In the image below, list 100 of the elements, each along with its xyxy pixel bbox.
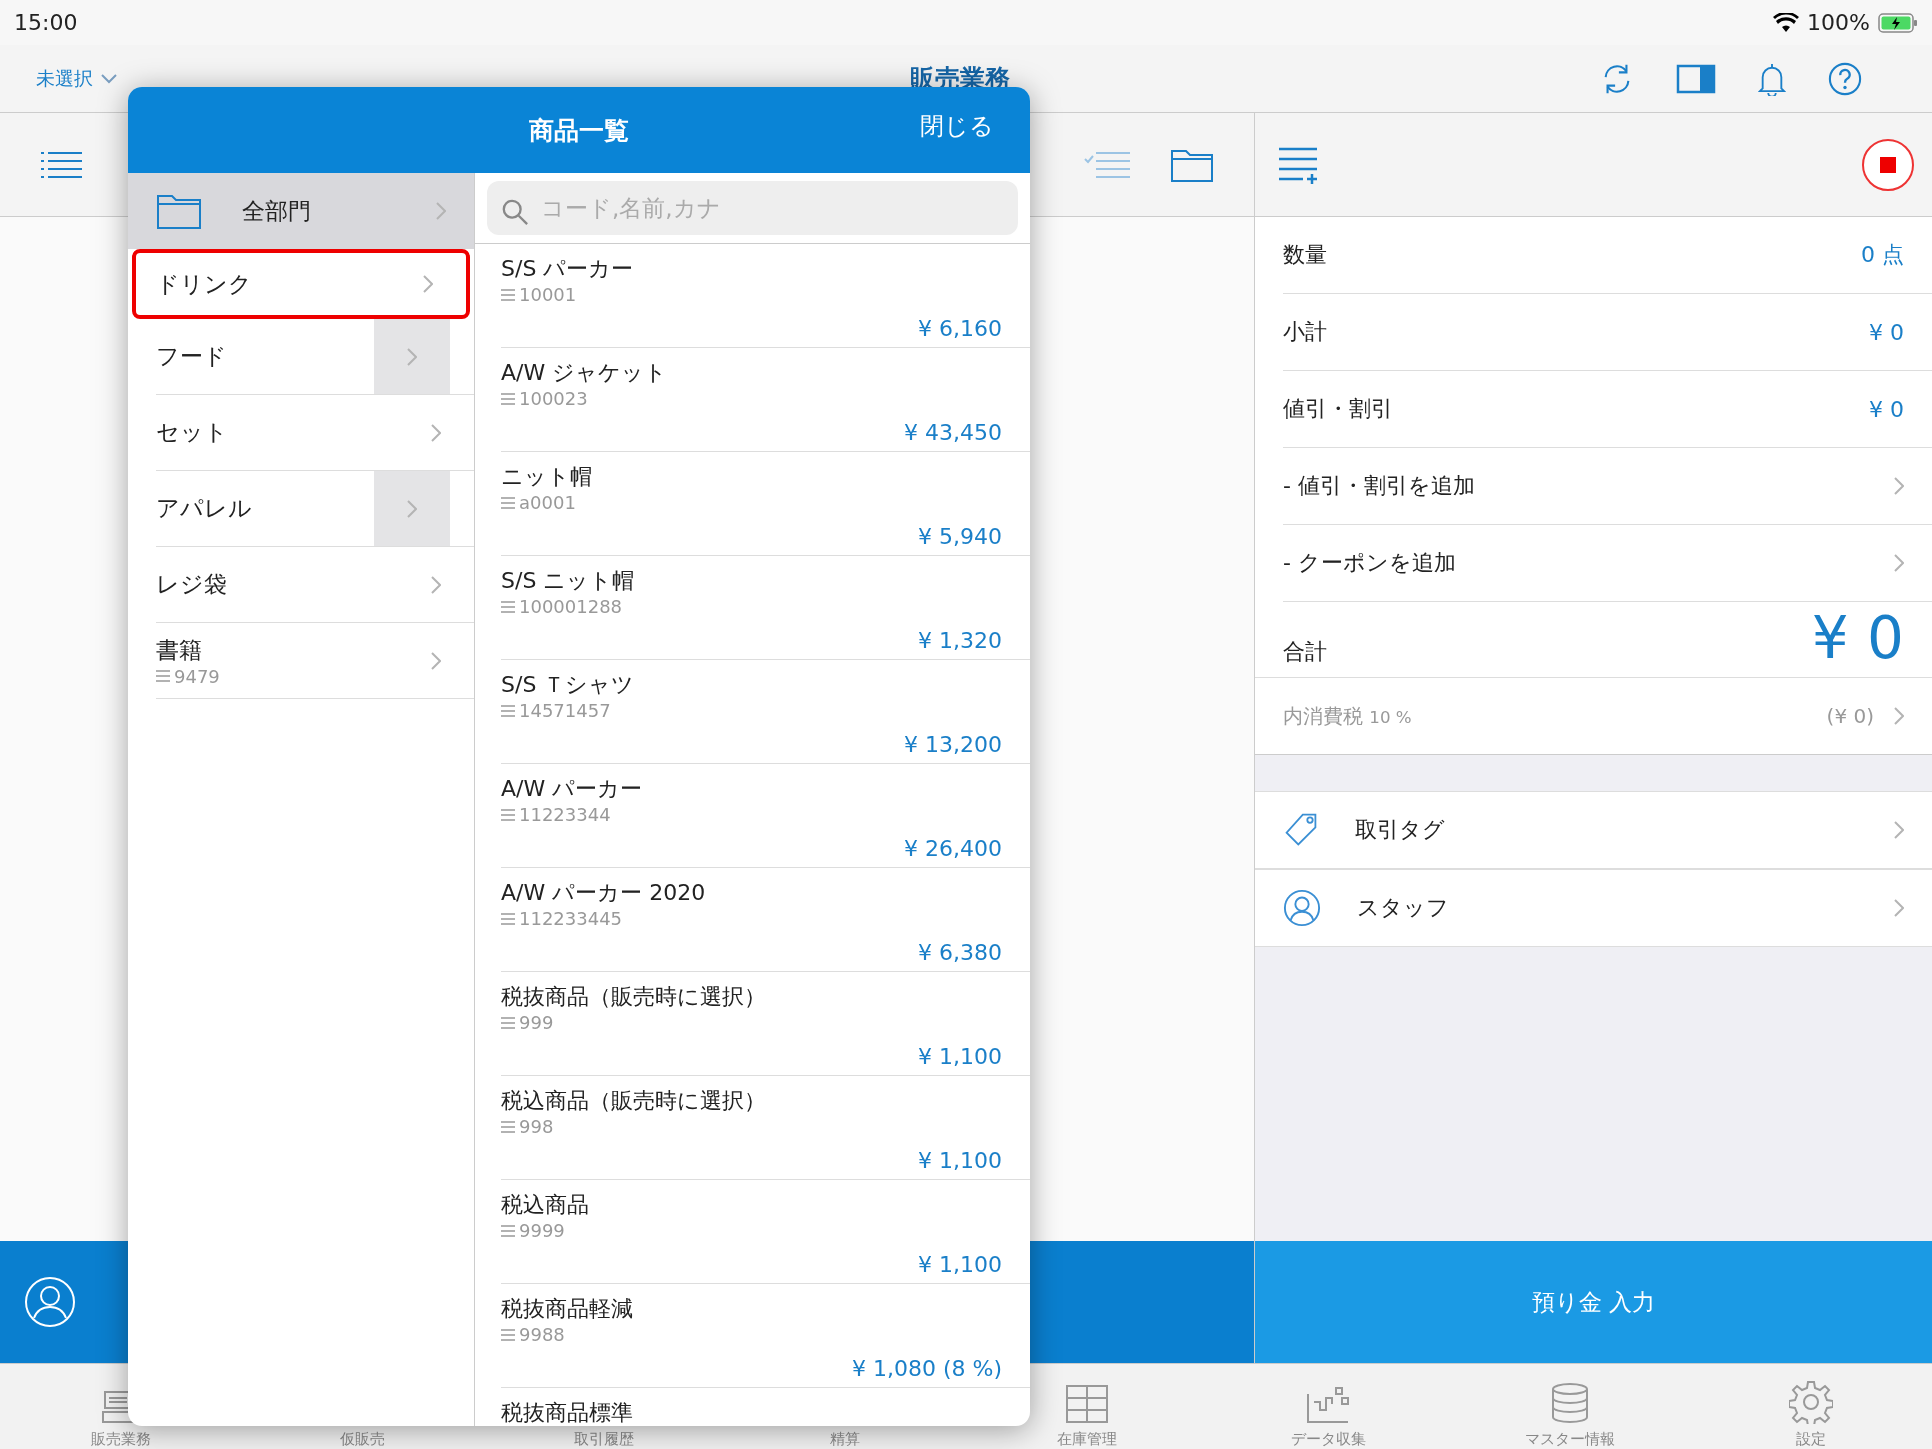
summary-value: ¥ 0 <box>1869 396 1904 422</box>
product-name: 税抜商品軽減 <box>501 1295 634 1323</box>
checklist-icon[interactable] <box>1084 149 1130 180</box>
search-field[interactable]: コード,名前,カナ <box>487 181 1018 235</box>
product-code: 9988 <box>519 1324 565 1345</box>
summary-value: ¥ 0 <box>1869 319 1904 345</box>
product-item[interactable]: A/W ジャケット 100023 ¥ 43,450 <box>501 348 1030 452</box>
tax-amount: (¥ 0) <box>1826 704 1874 728</box>
barcode-lines-icon <box>501 1120 515 1133</box>
chevron-icon <box>407 347 417 366</box>
folder-icon <box>156 192 202 230</box>
person-icon[interactable] <box>24 1276 76 1328</box>
product-code: 10001 <box>519 284 577 305</box>
product-item[interactable]: 税抜商品（販売時に選択） 999 ¥ 1,100 <box>501 972 1030 1076</box>
barcode-lines-icon <box>501 1328 515 1341</box>
product-name: A/W ジャケット <box>501 359 669 387</box>
detail-row[interactable]: 取引タグ <box>1255 791 1932 869</box>
summary-label: 数量 <box>1283 241 1327 269</box>
product-item[interactable]: 税込商品（販売時に選択） 998 ¥ 1,100 <box>501 1076 1030 1180</box>
help-icon[interactable] <box>1828 61 1862 96</box>
product-code: 11223344 <box>519 804 611 825</box>
action-label: - 値引・割引を追加 <box>1283 472 1475 500</box>
status-time: 15:00 <box>14 10 78 35</box>
total-label: 合計 <box>1283 638 1327 666</box>
category-name: レジ袋 <box>156 570 228 599</box>
product-code: 9999 <box>519 1220 565 1241</box>
product-name: 税抜商品（販売時に選択） <box>501 983 767 1011</box>
product-name: 税込商品 <box>501 1191 590 1219</box>
person-icon <box>1283 889 1321 927</box>
summary-value: 0 点 <box>1861 241 1904 269</box>
product-name: 税込商品（販売時に選択） <box>501 1087 767 1115</box>
detail-row[interactable]: スタッフ <box>1255 869 1932 947</box>
product-code: 112233445 <box>519 908 623 929</box>
chevron-icon <box>431 651 441 670</box>
tax-label: 内消費税 10 % <box>1283 702 1412 730</box>
chevron-icon <box>1894 707 1904 725</box>
category-name: 書籍 <box>156 635 203 665</box>
cabinet-icon <box>1064 1384 1109 1424</box>
product-price: ¥ 1,100 <box>918 1252 1002 1277</box>
product-item[interactable]: 税抜商品軽減 9988 ¥ 1,080 (8 %) <box>501 1284 1030 1388</box>
category-item[interactable]: フード <box>156 319 474 395</box>
product-code: 998 <box>519 1116 554 1137</box>
summary-label: 小計 <box>1283 318 1327 346</box>
chevron-icon <box>431 423 441 442</box>
category-item[interactable]: レジ袋 <box>156 547 474 623</box>
barcode-lines-icon <box>501 912 515 925</box>
product-price: ¥ 6,160 <box>918 316 1002 341</box>
product-price: ¥ 26,400 <box>904 836 1002 861</box>
product-price: ¥ 1,080 (8 %) <box>851 1356 1002 1381</box>
category-root[interactable]: 全部門 <box>128 173 474 249</box>
close-button[interactable]: 閉じる <box>914 109 1000 143</box>
product-code: 100023 <box>519 388 588 409</box>
barcode-lines-icon <box>501 1016 515 1029</box>
product-item[interactable]: 税抜商品標準 <box>501 1388 1030 1426</box>
category-item[interactable]: 書籍 9479 <box>156 623 474 699</box>
chevron-icon <box>1894 477 1904 495</box>
category-item[interactable]: アパレル <box>156 471 474 547</box>
chevron-icon <box>1894 821 1904 839</box>
category-name: ドリンク <box>156 269 253 299</box>
chevron-icon <box>431 575 441 594</box>
add-line-icon[interactable] <box>1279 145 1319 184</box>
product-item[interactable]: A/W パーカー 11223344 ¥ 26,400 <box>501 764 1030 868</box>
product-item[interactable]: S/S Ｔシャツ 14571457 ¥ 13,200 <box>501 660 1030 764</box>
product-code: 14571457 <box>519 700 611 721</box>
stop-icon <box>1880 156 1896 173</box>
barcode-lines-icon <box>501 704 515 717</box>
product-item[interactable]: S/S ニット帽 100001288 ¥ 1,320 <box>501 556 1030 660</box>
battery-charging-icon <box>1878 12 1918 33</box>
category-name: セット <box>156 418 229 447</box>
bell-icon[interactable] <box>1758 61 1786 96</box>
tag-icon <box>1283 812 1319 848</box>
chevron-icon <box>1894 899 1904 917</box>
category-item[interactable]: ドリンク <box>132 249 470 319</box>
product-item[interactable]: A/W パーカー 2020 112233445 ¥ 6,380 <box>501 868 1030 972</box>
split-view-icon[interactable] <box>1676 63 1716 94</box>
barcode-lines-icon <box>501 496 515 509</box>
product-price: ¥ 13,200 <box>904 732 1002 757</box>
popover-title: 商品一覧 <box>529 114 629 147</box>
category-name: フード <box>156 342 228 371</box>
product-item[interactable]: 税込商品 9999 ¥ 1,100 <box>501 1180 1030 1284</box>
product-item[interactable]: S/S パーカー 10001 ¥ 6,160 <box>501 244 1030 348</box>
list-icon[interactable] <box>40 149 82 180</box>
barcode-lines-icon <box>501 1224 515 1237</box>
product-code: a0001 <box>519 492 576 513</box>
product-name: S/S Ｔシャツ <box>501 671 636 699</box>
product-name: ニット帽 <box>501 463 593 491</box>
chevron-icon <box>436 202 446 220</box>
chevron-icon <box>1894 554 1904 572</box>
action-label: - クーポンを追加 <box>1283 549 1456 577</box>
summary-label: 値引・割引 <box>1283 395 1393 423</box>
battery-percent: 100% <box>1807 10 1870 35</box>
product-item[interactable]: ニット帽 a0001 ¥ 5,940 <box>501 452 1030 556</box>
store-selector[interactable]: 未選択 <box>30 64 123 93</box>
database-icon <box>1549 1382 1590 1424</box>
stop-button[interactable] <box>1862 138 1914 191</box>
product-name: S/S パーカー <box>501 255 635 283</box>
detail-label: スタッフ <box>1357 894 1450 922</box>
product-code: 999 <box>519 1012 554 1033</box>
barcode-lines-icon <box>501 808 515 821</box>
product-price: ¥ 1,100 <box>918 1044 1002 1069</box>
